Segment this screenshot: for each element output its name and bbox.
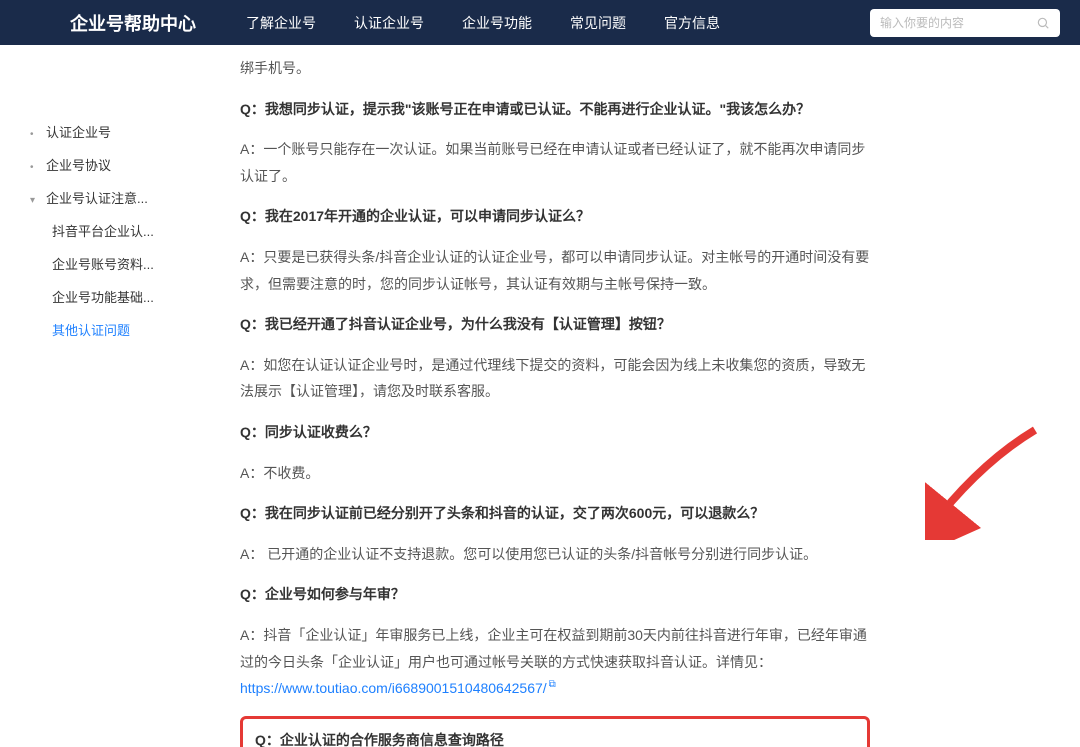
sidebar-item[interactable]: 企业号协议	[30, 148, 200, 181]
sidebar-item[interactable]: 企业号账号资料...	[30, 247, 200, 280]
sidebar-item[interactable]: 企业号认证注意...	[30, 181, 200, 214]
faq-answer: A： 已开通的企业认证不支持退款。您可以使用您已认证的头条/抖音帐号分别进行同步…	[240, 541, 870, 568]
highlighted-section: Q：企业认证的合作服务商信息查询路径 合作公司查询： https://agent…	[240, 716, 870, 747]
faq-question: Q：企业认证的合作服务商信息查询路径	[255, 727, 855, 747]
external-link[interactable]: https://www.toutiao.com/i668900151048064…	[240, 680, 547, 696]
sidebar-item[interactable]: 企业号功能基础...	[30, 280, 200, 313]
top-nav: 了解企业号 认证企业号 企业号功能 常见问题 官方信息	[246, 13, 870, 33]
answer-text: 绑手机号。	[240, 55, 870, 82]
faq-answer: A：如您在认证认证企业号时，是通过代理线下提交的资料，可能会因为线上未收集您的资…	[240, 352, 870, 405]
faq-answer: A：一个账号只能存在一次认证。如果当前账号已经在申请认证或者已经认证了，就不能再…	[240, 136, 870, 189]
search-box[interactable]	[870, 9, 1060, 37]
logo: 企业号帮助中心	[70, 10, 196, 36]
nav-features[interactable]: 企业号功能	[462, 13, 532, 33]
sidebar: 认证企业号企业号协议企业号认证注意...抖音平台企业认...企业号账号资料...…	[0, 45, 210, 747]
header: 企业号帮助中心 了解企业号 认证企业号 企业号功能 常见问题 官方信息	[0, 0, 1080, 45]
answer-text: A：抖音「企业认证」年审服务已上线，企业主可在权益到期前30天内前往抖音进行年审…	[240, 627, 867, 670]
sidebar-item[interactable]: 认证企业号	[30, 115, 200, 148]
search-input[interactable]	[880, 16, 1035, 30]
faq-question: Q：同步认证收费么？	[240, 419, 870, 446]
external-icon: ⧉	[549, 679, 556, 690]
nav-official[interactable]: 官方信息	[664, 13, 720, 33]
faq-question: Q：我在同步认证前已经分别开了头条和抖音的认证，交了两次600元，可以退款么？	[240, 500, 870, 527]
faq-question: Q：我已经开通了抖音认证企业号，为什么我没有【认证管理】按钮？	[240, 311, 870, 338]
sidebar-item[interactable]: 抖音平台企业认...	[30, 214, 200, 247]
faq-answer: A：不收费。	[240, 460, 870, 487]
nav-faq[interactable]: 常见问题	[570, 13, 626, 33]
nav-verify[interactable]: 认证企业号	[354, 13, 424, 33]
nav-about[interactable]: 了解企业号	[246, 13, 316, 33]
search-icon[interactable]	[1035, 15, 1050, 31]
faq-question: Q：我在2017年开通的企业认证，可以申请同步认证么？	[240, 203, 870, 230]
main-content: 绑手机号。 Q：我想同步认证，提示我"该账号正在申请或已认证。不能再进行企业认证…	[210, 45, 940, 747]
sidebar-item[interactable]: 其他认证问题	[30, 313, 200, 346]
faq-answer: A：只要是已获得头条/抖音企业认证的认证企业号，都可以申请同步认证。对主帐号的开…	[240, 244, 870, 297]
faq-answer: A：抖音「企业认证」年审服务已上线，企业主可在权益到期前30天内前往抖音进行年审…	[240, 622, 870, 702]
faq-question: Q：企业号如何参与年审？	[240, 581, 870, 608]
faq-question: Q：我想同步认证，提示我"该账号正在申请或已认证。不能再进行企业认证。"我该怎么…	[240, 96, 870, 123]
